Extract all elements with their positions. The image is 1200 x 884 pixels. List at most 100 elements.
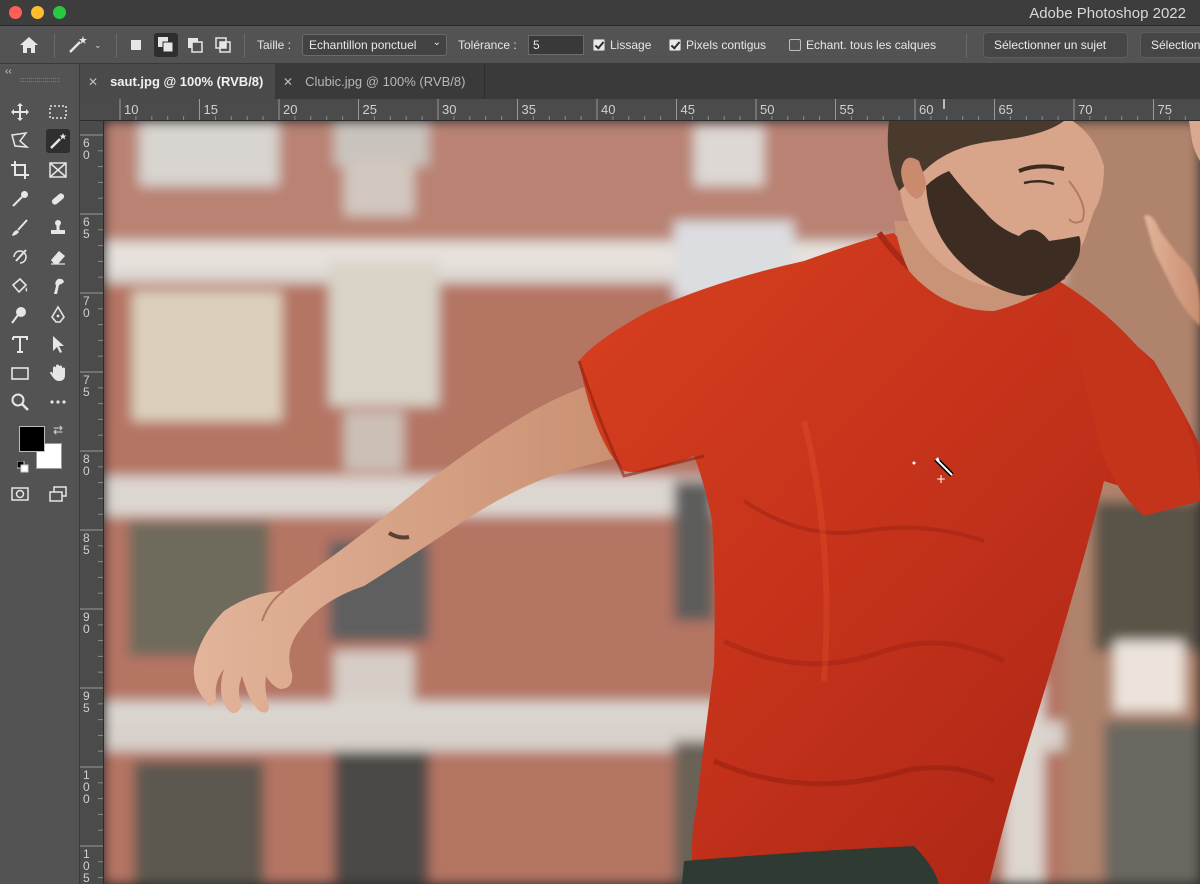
type-tool[interactable]	[8, 332, 32, 356]
ruler-label: 0	[83, 306, 90, 320]
rectangle-tool[interactable]	[8, 361, 32, 385]
tab-saut[interactable]: ✕ saut.jpg @ 100% (RVB/8)	[80, 64, 275, 99]
tab-clubic[interactable]: ✕ Clubic.jpg @ 100% (RVB/8)	[275, 64, 485, 99]
ruler-label: 25	[363, 102, 377, 117]
close-window-button[interactable]	[9, 6, 22, 19]
ruler-label: 0	[83, 622, 90, 636]
intersect-selection-button[interactable]	[214, 36, 232, 54]
close-tab-icon[interactable]: ✕	[88, 75, 98, 89]
ruler-label: 35	[522, 102, 536, 117]
paint-bucket-tool[interactable]	[8, 274, 32, 298]
collapse-panel-icon[interactable]: ‹‹	[5, 66, 12, 77]
path-selection-tool[interactable]	[46, 332, 70, 356]
quick-mask-button[interactable]	[8, 482, 32, 506]
document-canvas[interactable]: +	[104, 121, 1200, 884]
move-icon	[11, 103, 29, 121]
marquee-tool[interactable]	[46, 100, 70, 124]
zoom-tool[interactable]	[8, 390, 32, 414]
ruler-label: 0	[83, 148, 90, 162]
app-title: Adobe Photoshop 2022	[1029, 5, 1186, 22]
ruler-label: 5	[83, 543, 90, 557]
history-brush-icon	[13, 249, 27, 264]
ruler-label: 55	[840, 102, 854, 117]
tab-label: Clubic.jpg @ 100% (RVB/8)	[305, 74, 466, 89]
select-subject-button[interactable]: Sélectionner un sujet	[983, 32, 1128, 58]
eraser-tool[interactable]	[46, 245, 70, 269]
screen-mode-button[interactable]	[46, 482, 70, 506]
clone-stamp-tool[interactable]	[46, 216, 70, 240]
ruler-label: 45	[681, 102, 695, 117]
ruler-label: 20	[283, 102, 297, 117]
foreground-color-front[interactable]	[19, 426, 45, 452]
rectangle-icon	[11, 367, 29, 380]
home-icon	[20, 37, 38, 53]
chevron-down-icon: ⌄	[94, 39, 102, 50]
smudge-icon	[54, 278, 64, 294]
ruler-label: 65	[999, 102, 1013, 117]
svg-text:+: +	[936, 472, 946, 486]
ruler-label: 5	[83, 385, 90, 399]
pen-tool[interactable]	[46, 303, 70, 327]
healing-brush-tool[interactable]	[46, 187, 70, 211]
tools-panel: ‹‹ ⇄	[0, 64, 80, 884]
dodge-icon	[11, 307, 26, 324]
tool-preset-picker[interactable]: ⌄	[66, 26, 102, 64]
zoom-window-button[interactable]	[53, 6, 66, 19]
default-colors-icon[interactable]	[16, 460, 29, 478]
ruler-label: 15	[204, 102, 218, 117]
move-tool[interactable]	[8, 100, 32, 124]
eyedropper-tool[interactable]	[8, 187, 32, 211]
checkbox-checked-icon	[669, 39, 681, 51]
vertical-ruler[interactable]: 6065707580859095100105	[80, 121, 104, 884]
sample-all-layers-checkbox[interactable]: Echant. tous les calques	[789, 26, 936, 64]
tolerance-input[interactable]	[528, 35, 584, 55]
ruler-label: 75	[1158, 102, 1172, 117]
checkbox-checked-icon	[593, 39, 605, 51]
horizontal-ruler[interactable]: 10 15 20 25 30 35 40 45 50 55 60 65 70 75	[80, 99, 1200, 121]
magic-wand-tool[interactable]	[46, 129, 70, 153]
brush-tool[interactable]	[8, 216, 32, 240]
frame-icon	[49, 162, 67, 178]
subtract-selection-button[interactable]	[186, 36, 204, 54]
crop-icon	[11, 161, 29, 179]
contiguous-checkbox[interactable]: Pixels contigus	[669, 26, 766, 64]
crop-tool[interactable]	[8, 158, 32, 182]
arrow-pointer-icon	[53, 336, 64, 353]
size-select[interactable]: Echantillon ponctuel ⌄	[302, 34, 447, 56]
paint-bucket-icon	[11, 277, 28, 294]
swap-colors-icon[interactable]: ⇄	[53, 423, 63, 437]
checkbox-unchecked-icon	[789, 39, 801, 51]
lasso-tool[interactable]	[8, 129, 32, 153]
history-brush-tool[interactable]	[8, 245, 32, 269]
dodge-tool[interactable]	[8, 303, 32, 327]
more-tools-button[interactable]	[46, 390, 70, 414]
hand-tool[interactable]	[46, 361, 70, 385]
screen-mode-icon	[49, 486, 67, 502]
vertical-ruler-ticks: 6065707580859095100105	[80, 134, 103, 884]
tolerance-label: Tolérance :	[458, 38, 517, 52]
add-to-selection-button[interactable]	[154, 33, 178, 57]
magic-wand-icon	[50, 133, 67, 149]
intersect-selection-icon	[215, 37, 231, 53]
magnifier-icon	[11, 393, 29, 411]
ruler-label: 10	[124, 102, 138, 117]
eyedropper-icon	[12, 191, 28, 207]
new-selection-button[interactable]	[127, 36, 145, 54]
antialias-label: Lissage	[610, 38, 652, 52]
document-tabs: ✕ saut.jpg @ 100% (RVB/8) ✕ Clubic.jpg @…	[80, 64, 1200, 99]
hand-icon	[50, 364, 65, 381]
antialias-checkbox[interactable]: Lissage	[593, 26, 651, 64]
minimize-window-button[interactable]	[31, 6, 44, 19]
pen-icon	[51, 305, 65, 323]
bandage-icon	[51, 193, 65, 205]
photo-image: +	[104, 121, 1200, 884]
subtract-selection-icon	[188, 38, 203, 53]
sample-all-layers-label: Echant. tous les calques	[806, 38, 937, 52]
smudge-tool[interactable]	[46, 274, 70, 298]
home-button[interactable]	[18, 26, 40, 64]
close-tab-icon[interactable]: ✕	[283, 75, 293, 89]
panel-grip[interactable]	[20, 78, 60, 82]
frame-tool[interactable]	[46, 158, 70, 182]
ruler-label: 0	[83, 464, 90, 478]
select-and-mask-button[interactable]: Sélection	[1140, 32, 1200, 58]
